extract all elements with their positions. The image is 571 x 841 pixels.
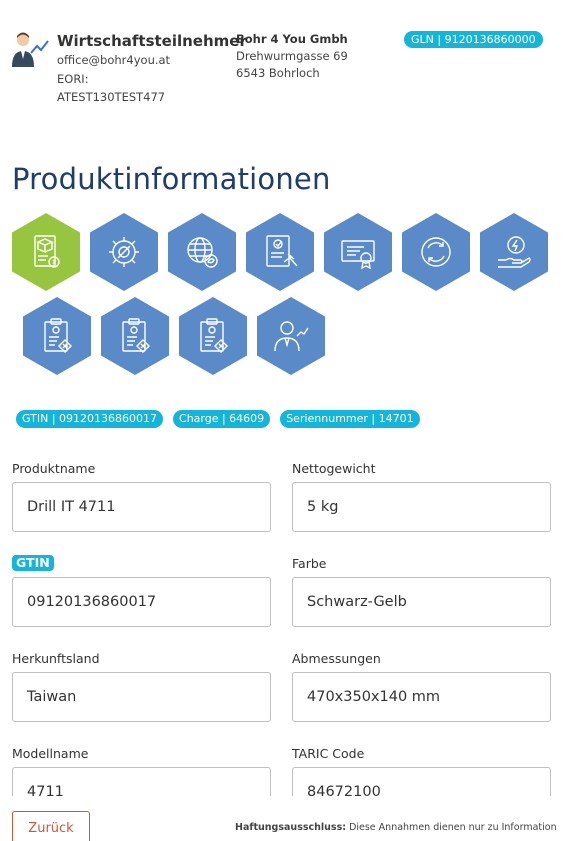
- certificate-icon: [341, 240, 375, 270]
- gtin-input[interactable]: [12, 577, 271, 627]
- hex-settings[interactable]: [90, 213, 158, 291]
- charge-badge: Charge | 64609: [173, 410, 271, 428]
- address-city: 6543 Bohrloch: [236, 66, 320, 80]
- nettogewicht-input[interactable]: [292, 482, 551, 532]
- nettogewicht-label: Nettogewicht: [292, 461, 376, 476]
- company-name: Wirtschaftsteilnehmer: [57, 32, 247, 50]
- produktname-input[interactable]: [12, 482, 271, 532]
- recycle-icon: [421, 237, 451, 267]
- hand-energy-icon: [498, 236, 531, 268]
- disclaimer: Haftungsausschluss: Diese Annahmen diene…: [235, 822, 571, 833]
- user-avatar-icon: [12, 32, 49, 67]
- clipboard-hazard-icon: [44, 318, 72, 353]
- abmessungen-input[interactable]: [292, 672, 551, 722]
- header: Wirtschaftsteilnehmer office@bohr4you.at…: [0, 0, 571, 120]
- page-title: Produktinformationen: [12, 162, 331, 196]
- gtin-badge: GTIN | 09120136860017: [16, 410, 164, 428]
- address-name: Bohr 4 You Gmbh: [236, 32, 348, 46]
- person-chart-icon: [274, 321, 309, 352]
- settings-tools-icon: [109, 237, 139, 267]
- hex-product-info[interactable]: [12, 213, 80, 291]
- company-email: office@bohr4you.at: [57, 53, 171, 67]
- company-address: Bohr 4 You Gmbh Drehwurmgasse 69 6543 Bo…: [236, 31, 348, 82]
- globe-leaf-icon: [187, 237, 218, 268]
- hex-safety-sheet-2[interactable]: [101, 297, 169, 375]
- checklist-gavel-icon: [266, 235, 298, 267]
- hex-contact-person[interactable]: [257, 297, 325, 375]
- farbe-label: Farbe: [292, 556, 327, 571]
- hex-recycling[interactable]: [402, 213, 470, 291]
- modellname-label: Modellname: [12, 746, 89, 761]
- herkunftsland-label: Herkunftsland: [12, 651, 100, 666]
- farbe-input[interactable]: [292, 577, 551, 627]
- address-street: Drehwurmgasse 69: [236, 49, 348, 63]
- produktname-label: Produktname: [12, 461, 96, 476]
- eori-value: ATEST130TEST477: [57, 90, 166, 104]
- gtin-label: GTIN: [12, 555, 54, 571]
- hex-compliance[interactable]: [246, 213, 314, 291]
- back-button[interactable]: Zurück: [12, 811, 90, 841]
- eori-label: EORI:: [57, 72, 89, 86]
- hex-certificate[interactable]: [324, 213, 392, 291]
- product-box-icon: [34, 235, 60, 268]
- serial-number-badge: Seriennummer | 14701: [280, 410, 420, 428]
- disclaimer-label: Haftungsausschluss:: [235, 822, 347, 833]
- disclaimer-text: Diese Annahmen dienen nur zu Information: [349, 822, 557, 833]
- gln-badge: GLN | 9120136860000: [404, 31, 543, 48]
- taric-code-label: TARIC Code: [292, 746, 365, 761]
- clipboard-hazard-icon: [200, 318, 228, 353]
- hex-safety-sheet-3[interactable]: [179, 297, 247, 375]
- hex-environment[interactable]: [168, 213, 236, 291]
- abmessungen-label: Abmessungen: [292, 651, 381, 666]
- company-eori: EORI: ATEST130TEST477: [57, 70, 217, 106]
- clipboard-hazard-icon: [122, 318, 150, 353]
- hex-safety-sheet-1[interactable]: [23, 297, 91, 375]
- herkunftsland-input[interactable]: [12, 672, 271, 722]
- hex-energy[interactable]: [480, 213, 548, 291]
- product-badges: GTIN | 09120136860017 Charge | 64609 Ser…: [16, 410, 420, 428]
